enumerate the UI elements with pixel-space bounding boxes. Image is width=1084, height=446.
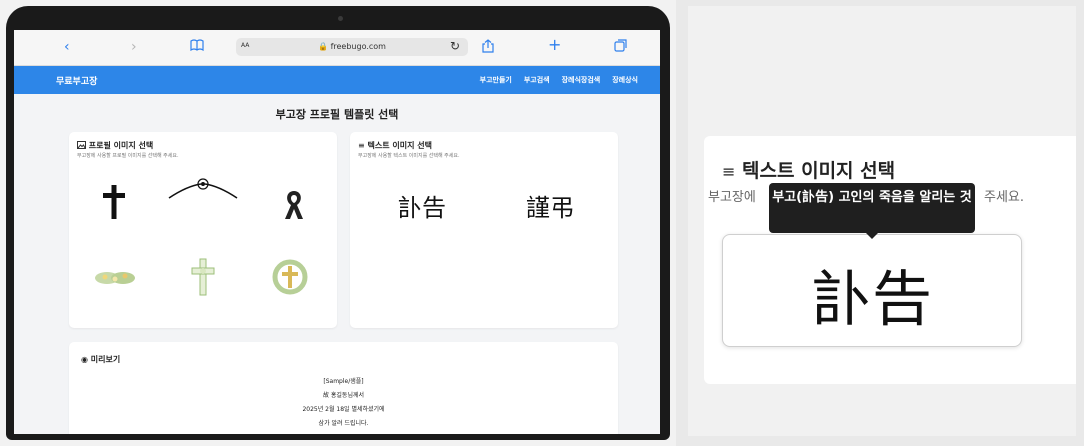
floral-wreath-icon <box>95 272 135 284</box>
share-icon[interactable] <box>482 39 494 57</box>
preview-title: ◉ 미리보기 <box>81 355 121 364</box>
image-icon <box>77 141 89 150</box>
url-host-text: freebugo.com <box>330 42 386 51</box>
text-option-bugo[interactable]: 訃告 <box>398 188 446 223</box>
forward-icon[interactable]: › <box>131 39 137 55</box>
profile-option-floral[interactable] <box>87 257 143 299</box>
zoom-inset-panel: ≡ 텍스트 이미지 선택 부고장에 주세요. 訃告 부고(訃告) 고인의 죽음을… <box>688 6 1076 436</box>
cross-icon <box>103 185 125 219</box>
text-lines-icon: ≡ <box>722 162 736 181</box>
profile-option-wreath-cross[interactable] <box>265 252 315 302</box>
profile-image-card: 프로필 이미지 선택 부고장에 사용할 프로필 이미지를 선택해 주세요. <box>69 132 337 328</box>
tabs-icon[interactable] <box>614 39 627 56</box>
laptop-screen: ‹ › AA 🔒 freebugo.com ↻ + 무료부고장 부고만들기 부고… <box>14 30 660 434</box>
preview-line-4: 삼가 알려 드립니다. <box>318 420 369 427</box>
new-tab-icon[interactable]: + <box>548 37 561 53</box>
nav-funeral-hall-search[interactable]: 장례식장검색 <box>562 75 601 85</box>
preview-line-3: 2025년 2월 18일 별세하셨기에 <box>302 406 385 413</box>
page-title: 부고장 프로필 템플릿 선택 <box>275 108 399 121</box>
preview-card: ◉ 미리보기 [Sample/샘플] 故 홍길동님께서 2025년 2월 18일… <box>69 342 618 434</box>
reload-icon[interactable]: ↻ <box>450 39 460 53</box>
profile-option-mourning-ribbon[interactable] <box>269 184 319 226</box>
floral-cross-icon <box>191 258 215 296</box>
site-nav-links: 부고만들기 부고검색 장례식장검색 장례상식 <box>480 75 638 85</box>
camera-dot <box>338 16 343 21</box>
site-brand[interactable]: 무료부고장 <box>56 74 97 87</box>
preview-line-1: [Sample/샘플] <box>323 378 364 385</box>
bugo-text-option-label: 訃告 <box>812 265 932 335</box>
text-card-subtitle: 부고장에 사용할 텍스트 이미지를 선택해 주세요. <box>358 153 460 159</box>
nav-search-bugo[interactable]: 부고검색 <box>524 75 550 85</box>
eye-icon: ◉ <box>81 355 88 364</box>
profile-option-floral-cross[interactable] <box>181 252 225 302</box>
nav-funeral-guide[interactable]: 장례상식 <box>612 75 638 85</box>
ribbon-line-icon <box>168 178 238 199</box>
nav-create-bugo[interactable]: 부고만들기 <box>480 75 512 85</box>
laptop-frame: ‹ › AA 🔒 freebugo.com ↻ + 무료부고장 부고만들기 부고… <box>6 6 670 440</box>
profile-option-cross[interactable] <box>89 182 139 222</box>
laptop-mockup: ‹ › AA 🔒 freebugo.com ↻ + 무료부고장 부고만들기 부고… <box>0 0 676 446</box>
zoom-subtitle-left: 부고장에 <box>708 190 756 205</box>
text-image-card: ≡ 텍스트 이미지 선택 부고장에 사용할 텍스트 이미지를 선택해 주세요. … <box>350 132 618 328</box>
mourning-ribbon-icon <box>285 191 303 219</box>
preview-line-2: 故 홍길동님께서 <box>322 392 365 399</box>
browser-toolbar: ‹ › AA 🔒 freebugo.com ↻ + <box>14 30 660 66</box>
bugo-tooltip: 부고(訃告) 고인의 죽음을 알리는 것 <box>769 183 975 239</box>
text-lines-icon: ≡ <box>358 141 365 150</box>
bugo-text-option-button[interactable]: 訃告 <box>722 234 1022 347</box>
text-option-geunjo[interactable]: 謹弔 <box>526 188 574 223</box>
url-host: 🔒 freebugo.com <box>236 42 468 51</box>
profile-option-ribbon-line[interactable] <box>165 176 241 206</box>
profile-card-subtitle: 부고장에 사용할 프로필 이미지를 선택해 주세요. <box>77 153 179 159</box>
profile-card-title: 프로필 이미지 선택 <box>77 140 153 151</box>
back-icon[interactable]: ‹ <box>64 39 70 55</box>
site-navbar: 무료부고장 부고만들기 부고검색 장례식장검색 장례상식 <box>14 66 660 94</box>
lock-icon: 🔒 <box>318 42 329 51</box>
zoom-subtitle-right: 주세요. <box>984 190 1025 205</box>
bookmarks-icon[interactable] <box>190 39 204 56</box>
zoom-title: ≡ 텍스트 이미지 선택 <box>722 160 896 182</box>
text-card-title: ≡ 텍스트 이미지 선택 <box>358 141 432 150</box>
wreath-cross-icon <box>272 259 308 295</box>
address-bar[interactable]: AA 🔒 freebugo.com ↻ <box>236 38 468 56</box>
